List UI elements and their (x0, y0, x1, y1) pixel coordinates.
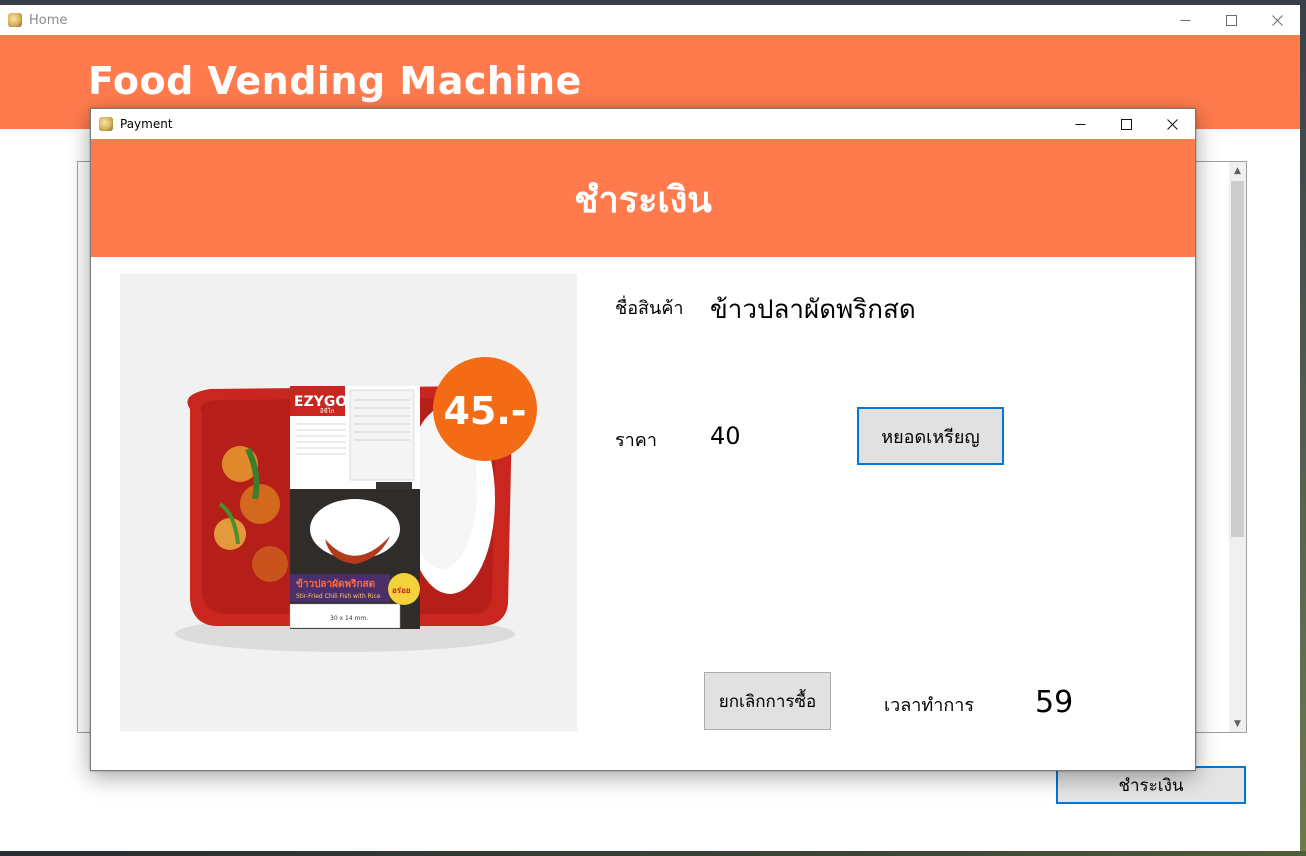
close-icon (1166, 118, 1178, 130)
maximize-icon (1120, 118, 1132, 130)
price-value: 40 (710, 422, 741, 450)
scroll-down-icon[interactable]: ▼ (1229, 715, 1246, 732)
package-dish-en: Stir-Fried Chili Fish with Rice (296, 593, 381, 600)
payment-header-banner: ชำระเงิน (91, 139, 1195, 257)
payment-window-controls (1057, 109, 1195, 139)
package-dish-thai: ข้าวปลาผัดพริกสด (296, 578, 375, 590)
cancel-purchase-button[interactable]: ยกเลิกการซื้อ (704, 672, 831, 730)
insert-coin-button[interactable]: หยอดเหรียญ (857, 407, 1004, 465)
app-icon (99, 117, 113, 131)
minimize-icon (1180, 19, 1190, 21)
product-illustration: EZYGO อีซี่โก 230 ข้าวปลาผัดพริกสด Stir-… (175, 357, 537, 652)
app-icon (8, 13, 22, 27)
payment-window-title: Payment (120, 117, 173, 131)
price-badge-text: 45.- (443, 389, 526, 433)
home-minimize-button[interactable] (1162, 5, 1208, 35)
time-label: เวลาทำการ (884, 695, 975, 716)
product-image: EZYGO อีซี่โก 230 ข้าวปลาผัดพริกสด Stir-… (120, 274, 577, 731)
home-titlebar: Home (0, 5, 1300, 35)
payment-titlebar: Payment (91, 109, 1195, 139)
home-maximize-button[interactable] (1208, 5, 1254, 35)
package-tag: อร่อย (392, 586, 411, 595)
payment-dialog: Payment ชำระเงิน EZYGO อีซี่โก ข้าวปลาผั… (90, 108, 1196, 771)
home-window-controls (1162, 5, 1300, 35)
desktop-background-bottom (0, 851, 1306, 856)
package-size: 30 x 14 mm. (330, 615, 368, 622)
home-brand-title: Food Vending Machine (88, 59, 582, 103)
product-name-label: ชื่อสินค้า (615, 298, 684, 319)
payment-maximize-button[interactable] (1103, 109, 1149, 139)
home-list-scrollbar[interactable]: ▲ ▼ (1229, 162, 1246, 732)
payment-minimize-button[interactable] (1057, 109, 1103, 139)
payment-heading: ชำระเงิน (574, 179, 712, 221)
scrollbar-thumb[interactable] (1231, 181, 1244, 537)
product-name-value: ข้าวปลาผัดพริกสด (710, 295, 916, 325)
payment-close-button[interactable] (1149, 109, 1195, 139)
scroll-up-icon[interactable]: ▲ (1229, 162, 1246, 179)
home-close-button[interactable] (1254, 5, 1300, 35)
desktop-background-right (1300, 0, 1306, 856)
price-label: ราคา (615, 430, 657, 451)
home-pay-button[interactable]: ชำระเงิน (1056, 766, 1246, 804)
maximize-icon (1225, 14, 1237, 26)
close-icon (1271, 14, 1283, 26)
package-brand-sub: อีซี่โก (320, 407, 335, 415)
minimize-icon (1075, 123, 1085, 125)
home-window-title: Home (29, 12, 68, 28)
time-value: 59 (1035, 685, 1074, 720)
